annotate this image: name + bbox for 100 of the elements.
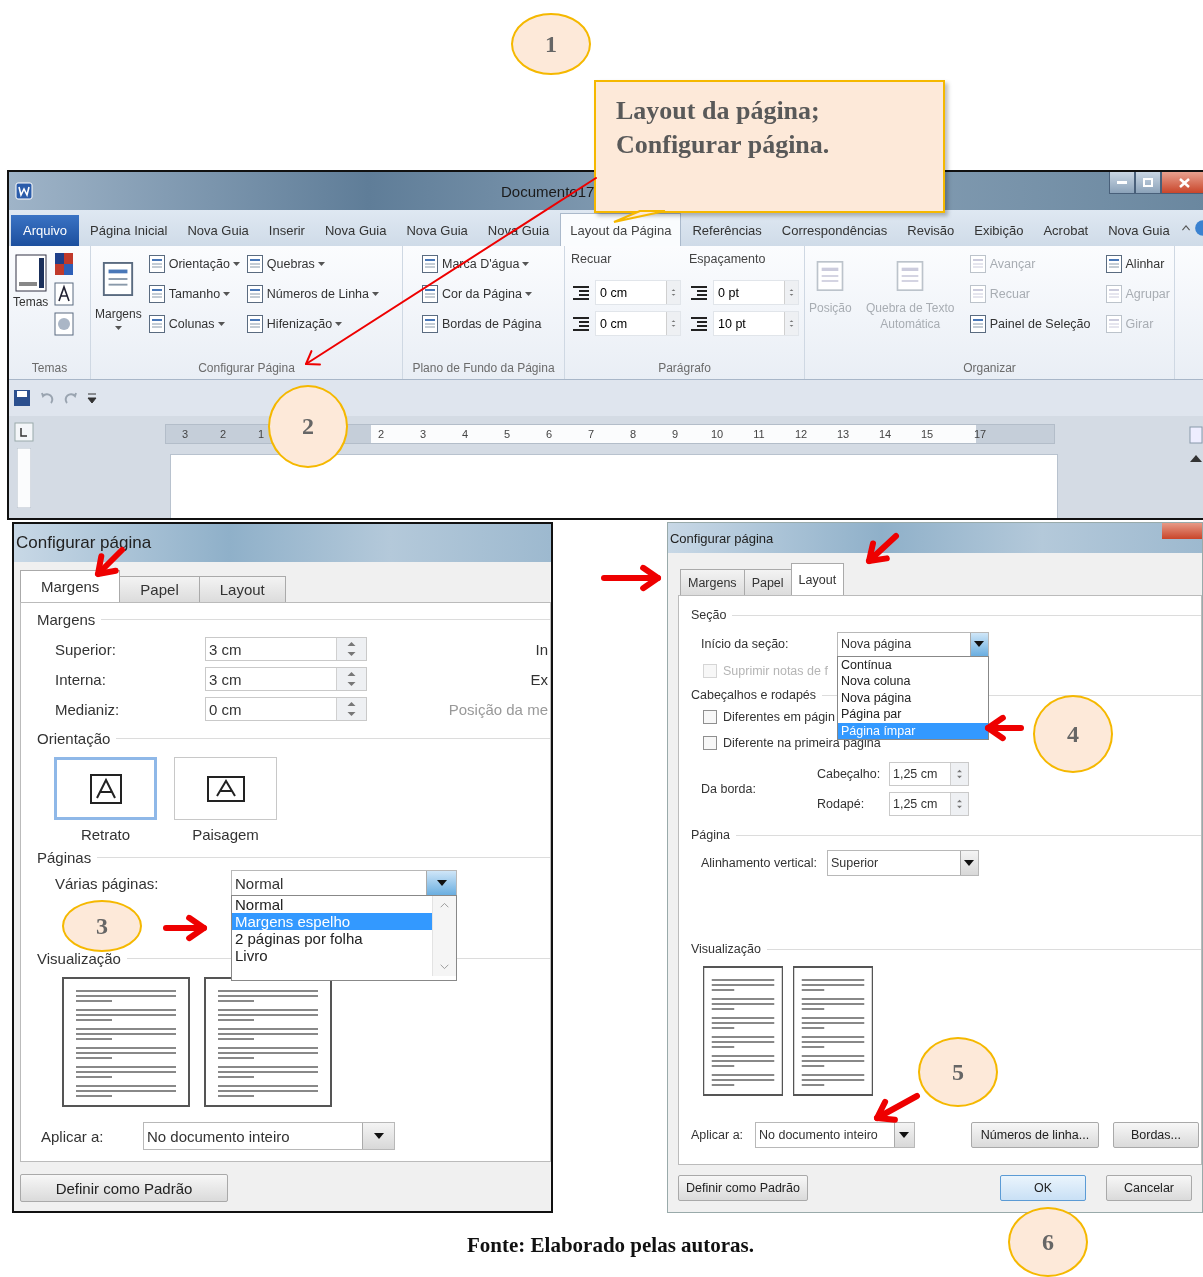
margins-button[interactable]: Margens xyxy=(95,252,142,361)
minimize-button[interactable] xyxy=(1109,172,1135,194)
customize-icon[interactable] xyxy=(87,392,97,404)
section-heading: Margens xyxy=(37,611,96,628)
section-heading: Seção xyxy=(691,608,727,622)
set-default-button[interactable]: Definir como Padrão xyxy=(20,1174,228,1202)
number-field[interactable]: 1,25 cm xyxy=(889,762,969,786)
caret-icon xyxy=(899,1132,910,1138)
ribbon-tab[interactable]: Revisão xyxy=(898,215,964,246)
number-field[interactable]: 3 cm xyxy=(205,637,367,661)
list-option[interactable]: Contínua xyxy=(838,656,988,673)
number-field[interactable]: 0 cm xyxy=(595,311,681,336)
dialog-button[interactable]: OK xyxy=(1000,1175,1086,1201)
dropdown-field[interactable]: Superior xyxy=(827,850,979,876)
indent-icon xyxy=(571,283,591,302)
checkbox[interactable] xyxy=(703,736,717,750)
ribbon-tab[interactable]: Página Inicial xyxy=(81,215,177,246)
number-field[interactable]: 1,25 cm xyxy=(889,792,969,816)
list-option[interactable]: Normal xyxy=(232,896,432,913)
dialog-button[interactable]: Números de linha... xyxy=(971,1122,1099,1148)
document-icon xyxy=(968,313,987,334)
dropdown-button[interactable] xyxy=(362,1123,394,1149)
ruler-number: 14 xyxy=(877,428,893,440)
indent-icon xyxy=(689,283,709,302)
ribbon-command[interactable]: Colunas xyxy=(147,312,240,335)
maximize-button[interactable] xyxy=(1135,172,1161,194)
spin-buttons[interactable] xyxy=(336,668,366,690)
dropdown-button[interactable] xyxy=(894,1123,914,1147)
number-field[interactable]: 0 cm xyxy=(595,280,681,305)
save-icon[interactable] xyxy=(13,389,31,407)
file-tab[interactable]: Arquivo xyxy=(11,215,80,246)
caret-icon xyxy=(335,321,343,326)
dropdown-field[interactable]: No documento inteiro xyxy=(143,1122,395,1150)
callout-text: Configurar página. xyxy=(616,128,831,161)
themes-button[interactable]: Temas xyxy=(13,252,49,361)
undo-icon[interactable] xyxy=(39,391,55,405)
ribbon-tab[interactable]: Correspondências xyxy=(772,215,897,246)
number-field[interactable]: 3 cm xyxy=(205,667,367,691)
field-label: Início da seção: xyxy=(701,637,789,651)
set-default-button[interactable]: Definir como Padrão xyxy=(678,1175,808,1201)
section-heading: Visualização xyxy=(37,950,121,967)
list-option[interactable]: Nova coluna xyxy=(838,673,988,690)
ribbon-command[interactable]: Painel de Seleção xyxy=(968,312,1091,335)
number-field[interactable]: 10 pt xyxy=(713,311,799,336)
dialog-tab[interactable]: Layout xyxy=(790,563,845,595)
checkbox-label: Suprimir notas de f xyxy=(723,664,828,678)
ribbon-command[interactable]: Cor da Página xyxy=(421,282,542,305)
ribbon-tab[interactable]: Nova Guia xyxy=(1099,215,1179,246)
number-field[interactable]: 0 cm xyxy=(205,697,367,721)
tab-selector-icon[interactable] xyxy=(14,422,34,442)
dialog-button[interactable]: Bordas... xyxy=(1113,1122,1199,1148)
ribbon-command[interactable]: Números de Linha xyxy=(245,282,379,305)
ribbon-tab[interactable]: Layout da Página xyxy=(560,213,682,246)
effects-icon[interactable] xyxy=(54,312,77,336)
dialog-tab[interactable]: Margens xyxy=(680,569,745,595)
orientation-button[interactable] xyxy=(174,757,277,820)
close-button[interactable] xyxy=(1161,172,1203,194)
ribbon-command[interactable]: Quebras xyxy=(245,252,379,275)
number-field[interactable]: 0 pt xyxy=(713,280,799,305)
checkbox[interactable] xyxy=(703,710,717,724)
list-option[interactable]: Nova página xyxy=(838,689,988,706)
ribbon-tab[interactable]: Referências xyxy=(683,215,771,246)
ribbon-command[interactable]: Hifenização xyxy=(245,312,379,335)
ribbon-command[interactable]: Tamanho xyxy=(147,282,240,305)
indent-icon xyxy=(689,314,709,333)
dialog-tab[interactable]: Margens xyxy=(20,570,121,602)
fonts-icon[interactable] xyxy=(54,282,77,306)
ribbon-tab[interactable]: Nova Guia xyxy=(397,215,477,246)
ribbon-command[interactable]: Orientação xyxy=(147,252,240,275)
dropdown-button[interactable] xyxy=(970,632,988,656)
checkbox-label: Diferente na primeira página xyxy=(723,736,881,750)
dropdown-button[interactable] xyxy=(960,851,978,875)
ribbon-command[interactable]: Bordas de Página xyxy=(421,312,542,335)
dropdown-button[interactable] xyxy=(426,871,456,895)
ribbon-tab[interactable]: Acrobat xyxy=(1034,215,1098,246)
list-option[interactable]: Página par xyxy=(838,706,988,723)
ribbon-tab[interactable]: Nova Guia xyxy=(178,215,258,246)
ribbon-tab[interactable]: Exibição xyxy=(965,215,1033,246)
field-label: Cabeçalho: xyxy=(817,767,881,781)
list-option[interactable]: Livro xyxy=(232,947,432,964)
step-marker: 6 xyxy=(1008,1207,1088,1277)
ribbon-tab[interactable]: Inserir xyxy=(259,215,314,246)
orientation-button[interactable] xyxy=(54,757,157,820)
ruler-number: 17 xyxy=(972,428,988,440)
field-label: Da borda: xyxy=(701,782,756,796)
spin-buttons[interactable] xyxy=(336,698,366,720)
document-icon xyxy=(421,313,439,334)
checkbox-label: Diferentes em págin xyxy=(723,710,835,724)
spin-buttons[interactable] xyxy=(336,638,366,660)
group-label: Plano de Fundo da Página xyxy=(412,361,555,377)
scroll-up-icon[interactable] xyxy=(1190,454,1202,462)
redo-icon[interactable] xyxy=(63,391,79,405)
ribbon-tab[interactable]: Nova Guia xyxy=(315,215,396,246)
dialog-tab[interactable]: Layout xyxy=(198,576,286,602)
dialog-tab[interactable]: Papel xyxy=(743,569,792,595)
list-option[interactable]: 2 páginas por folha xyxy=(232,930,432,947)
dialog-button[interactable]: Cancelar xyxy=(1106,1175,1192,1201)
dropdown-field[interactable]: No documento inteiro xyxy=(755,1122,915,1148)
ribbon-command[interactable]: Alinhar xyxy=(1104,252,1170,275)
dialog-tab[interactable]: Papel xyxy=(119,576,200,602)
